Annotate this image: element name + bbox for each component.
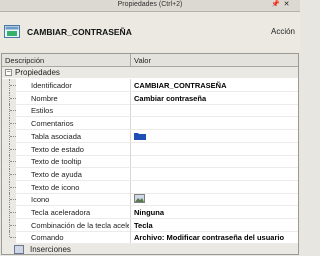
tree-branch <box>10 161 16 163</box>
collapse-icon[interactable]: − <box>5 69 12 76</box>
window-title: Propiedades (Ctrl+2) <box>117 1 183 8</box>
property-name: Estilos <box>31 106 54 116</box>
object-type: Acción <box>270 27 295 36</box>
property-name: Tecla aceleradora <box>31 208 91 217</box>
tree-branch <box>10 224 16 226</box>
category-propiedades[interactable]: − Propiedades <box>2 67 298 78</box>
image-picker-icon[interactable] <box>134 194 145 204</box>
window-titlebar: Propiedades (Ctrl+2) 📌 ✕ <box>0 0 300 12</box>
object-name: CAMBIAR_CONTRASEÑA <box>27 27 132 37</box>
property-row[interactable]: Tecla aceleradora Ninguna <box>2 206 298 219</box>
row-separator <box>130 104 131 117</box>
property-row[interactable]: Icono <box>2 193 298 207</box>
tree-branch <box>10 135 16 137</box>
action-icon <box>4 25 20 38</box>
category-inserciones[interactable]: Inserciones <box>2 244 298 254</box>
property-row[interactable]: Texto de ayuda <box>2 167 298 181</box>
column-value[interactable]: Valor <box>134 56 151 65</box>
property-row[interactable]: Comentarios <box>2 117 298 131</box>
tree-branch <box>10 212 16 213</box>
property-name: Tabla asociada <box>31 131 82 141</box>
property-value[interactable]: Tecla <box>134 221 153 230</box>
property-row[interactable]: Tabla asociada <box>2 129 298 143</box>
property-grid: Descripción Valor − Propiedades Identifi… <box>1 53 299 255</box>
property-row[interactable]: Texto de estado <box>2 142 298 156</box>
insertions-icon <box>14 245 24 254</box>
category-label: Inserciones <box>30 245 71 254</box>
row-separator <box>130 193 131 206</box>
row-separator <box>130 142 131 155</box>
property-value[interactable]: CAMBIAR_CONTRASEÑA <box>134 81 227 90</box>
property-name: Texto de ayuda <box>31 169 82 179</box>
tree-branch <box>10 110 16 112</box>
tree-branch <box>10 186 16 188</box>
property-row[interactable]: Combinación de la tecla acele… Tecla <box>2 218 298 232</box>
row-separator <box>130 91 131 104</box>
property-row[interactable]: Nombre Cambiar contraseña <box>2 91 298 105</box>
row-separator <box>130 117 131 130</box>
property-name: Identificador <box>31 81 72 90</box>
category-label: Propiedades <box>15 68 60 77</box>
object-header: CAMBIAR_CONTRASEÑA Acción <box>0 12 300 52</box>
folder-icon[interactable] <box>134 132 146 140</box>
tree-branch <box>10 97 16 99</box>
pin-icon[interactable]: 📌 <box>271 1 280 9</box>
property-name: Texto de icono <box>31 182 80 192</box>
tree-branch <box>10 237 16 239</box>
property-name: Comentarios <box>31 119 74 129</box>
tree-branch <box>10 173 16 175</box>
tree-branch <box>10 85 16 86</box>
property-value[interactable]: Cambiar contraseña <box>134 94 206 103</box>
property-name: Icono <box>31 195 50 205</box>
property-row[interactable]: Comando Archivo: Modificar contraseña del… <box>2 231 298 245</box>
row-separator <box>130 231 131 244</box>
property-value[interactable]: Archivo: Modificar contraseña del usuari… <box>134 233 284 242</box>
row-separator <box>130 180 131 193</box>
row-separator <box>130 218 131 231</box>
tree-branch <box>10 148 16 150</box>
row-separator <box>130 155 131 168</box>
column-header: Descripción Valor <box>2 54 298 67</box>
tree-branch <box>10 199 16 201</box>
property-name: Nombre <box>31 93 58 103</box>
property-name: Comando <box>31 233 64 243</box>
property-name: Texto de estado <box>31 144 84 154</box>
property-row[interactable]: Texto de icono <box>2 180 298 194</box>
row-separator <box>130 129 131 142</box>
property-row[interactable]: Identificador CAMBIAR_CONTRASEÑA <box>2 79 298 92</box>
property-name: Combinación de la tecla acele… <box>31 220 129 230</box>
property-row[interactable]: Texto de tooltip <box>2 155 298 169</box>
row-separator <box>130 206 131 218</box>
property-row[interactable]: Estilos <box>2 104 298 118</box>
close-icon[interactable]: ✕ <box>282 1 291 9</box>
property-value[interactable]: Ninguna <box>134 208 164 217</box>
property-name: Texto de tooltip <box>31 157 82 167</box>
row-separator <box>130 79 131 91</box>
row-separator <box>130 167 131 180</box>
tree-branch <box>10 123 16 125</box>
column-description[interactable]: Descripción <box>5 56 44 65</box>
